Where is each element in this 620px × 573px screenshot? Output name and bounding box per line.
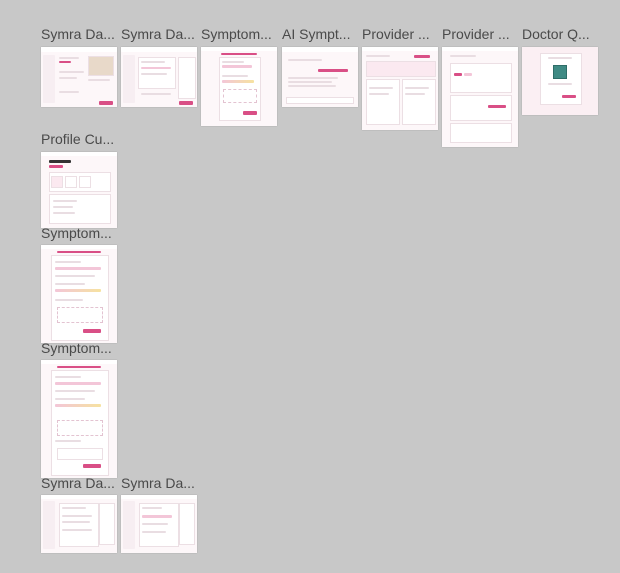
frame-thumbnail: [41, 152, 117, 228]
frame-thumbnail: [41, 360, 117, 478]
frame-symra-dashboard-2[interactable]: Symra Da...: [121, 26, 197, 107]
frame-thumbnail: [362, 47, 438, 130]
frame-title: Provider ...: [442, 26, 510, 42]
frame-provider-1[interactable]: Provider ...: [362, 26, 438, 130]
frame-provider-2[interactable]: Provider ...: [442, 26, 518, 147]
frame-title: Symra Da...: [41, 26, 115, 42]
frame-profile-cu[interactable]: Profile Cu...: [41, 131, 117, 228]
frame-symptom-1[interactable]: Symptom...: [201, 26, 277, 126]
frame-symra-dashboard-4[interactable]: Symra Da...: [121, 475, 197, 553]
frame-thumbnail: [201, 47, 277, 126]
frame-symptom-3[interactable]: Symptom...: [41, 340, 117, 478]
frame-title: Symra Da...: [121, 475, 195, 491]
frame-thumbnail: [522, 47, 598, 115]
frame-thumbnail: [442, 47, 518, 147]
frame-title: AI Sympt...: [282, 26, 351, 42]
frame-symra-dashboard-3[interactable]: Symra Da...: [41, 475, 117, 553]
frame-title: Provider ...: [362, 26, 430, 42]
frame-symra-dashboard-1[interactable]: Symra Da...: [41, 26, 117, 107]
frame-title: Symptom...: [201, 26, 272, 42]
frame-doctor-q[interactable]: Doctor Q...: [522, 26, 598, 115]
frame-thumbnail: [121, 47, 197, 107]
frame-title: Symra Da...: [41, 475, 115, 491]
frame-title: Symptom...: [41, 225, 112, 241]
frame-thumbnail: [41, 495, 117, 553]
frame-title: Profile Cu...: [41, 131, 115, 147]
frame-ai-symptom[interactable]: AI Sympt...: [282, 26, 358, 107]
frame-title: Symptom...: [41, 340, 112, 356]
frame-thumbnail: [41, 245, 117, 343]
frame-title: Doctor Q...: [522, 26, 590, 42]
frame-title: Symra Da...: [121, 26, 195, 42]
frame-symptom-2[interactable]: Symptom...: [41, 225, 117, 343]
frame-thumbnail: [121, 495, 197, 553]
frame-thumbnail: [41, 47, 117, 107]
frame-thumbnail: [282, 47, 358, 107]
